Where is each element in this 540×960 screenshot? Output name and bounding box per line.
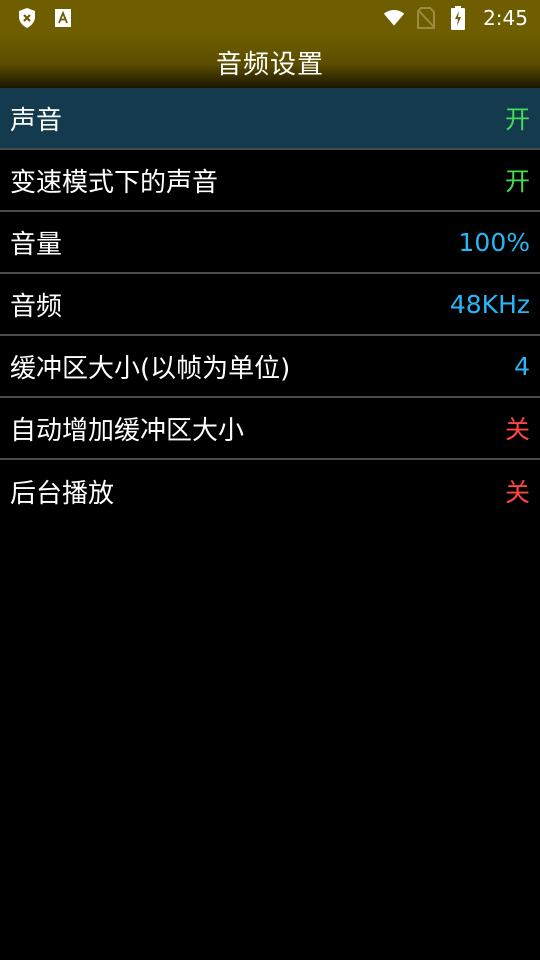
setting-value: 关 — [504, 415, 530, 444]
settings-list: 声音 开 变速模式下的声音 开 音量 100% 音频 48KHz 缓冲区大小(以… — [0, 88, 540, 522]
battery-charging-icon — [447, 6, 469, 30]
setting-label: 音量 — [10, 229, 63, 260]
shield-x-icon — [16, 7, 38, 29]
setting-value: 48KHz — [449, 289, 530, 319]
setting-row-background-play[interactable]: 后台播放 关 — [0, 460, 540, 522]
status-bar: 2:45 — [0, 0, 540, 36]
setting-row-volume[interactable]: 音量 100% — [0, 212, 540, 274]
setting-label: 声音 — [10, 105, 63, 136]
setting-label: 缓冲区大小(以帧为单位) — [10, 353, 291, 384]
font-a-icon — [52, 7, 74, 29]
setting-value: 100% — [458, 227, 530, 257]
setting-label: 自动增加缓冲区大小 — [10, 415, 245, 446]
setting-label: 后台播放 — [10, 478, 115, 509]
setting-row-sound[interactable]: 声音 开 — [0, 88, 540, 150]
wifi-icon — [383, 7, 405, 29]
setting-value: 开 — [504, 105, 530, 134]
page-title: 音频设置 — [215, 49, 324, 80]
title-bar: 音频设置 — [0, 36, 540, 88]
status-time: 2:45 — [483, 6, 528, 30]
setting-label: 变速模式下的声音 — [10, 167, 219, 198]
status-right: 2:45 — [383, 6, 528, 30]
setting-row-buffer-size[interactable]: 缓冲区大小(以帧为单位) 4 — [0, 336, 540, 398]
status-left — [16, 7, 74, 29]
setting-value: 4 — [514, 351, 530, 381]
setting-row-auto-buffer[interactable]: 自动增加缓冲区大小 关 — [0, 398, 540, 460]
setting-value: 关 — [504, 478, 530, 507]
setting-row-speed-mode-sound[interactable]: 变速模式下的声音 开 — [0, 150, 540, 212]
setting-label: 音频 — [10, 291, 63, 322]
setting-value: 开 — [504, 167, 530, 196]
no-sim-icon — [415, 7, 437, 29]
setting-row-audio-rate[interactable]: 音频 48KHz — [0, 274, 540, 336]
